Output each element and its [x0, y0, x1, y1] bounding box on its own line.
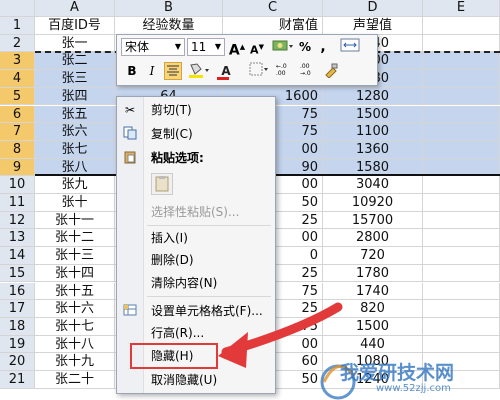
annotation-arrow	[218, 302, 343, 368]
watermark-url: www.52zjj.com	[376, 383, 451, 394]
watermark-title: 我爱研技术网	[340, 362, 455, 384]
watermark: 我爱研技术网 www.52zjj.com	[310, 346, 500, 400]
